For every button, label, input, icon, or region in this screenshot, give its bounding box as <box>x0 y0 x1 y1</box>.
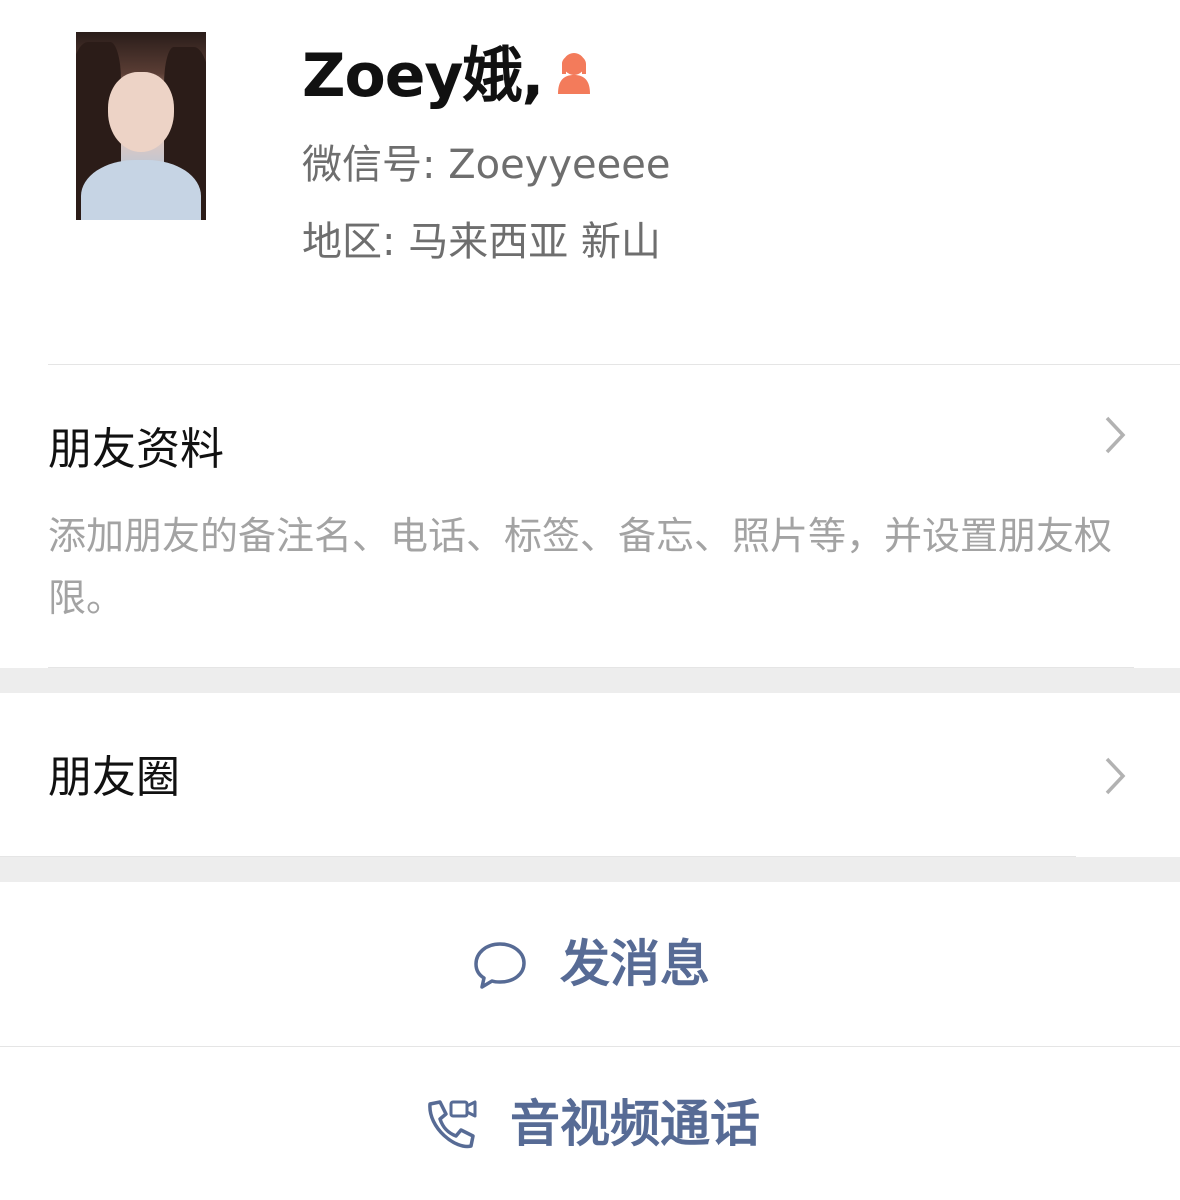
profile-header: Zoey娥, 微信号: Zoeyyeeee 地区: 马来西亚 新山 <box>0 0 1180 365</box>
send-message-label: 发消息 <box>560 935 710 993</box>
section-gap <box>0 668 1180 693</box>
video-call-button[interactable]: 音视频通话 <box>0 1047 1180 1200</box>
wechat-id: 微信号: Zoeyyeeee <box>302 142 671 188</box>
contact-name: Zoey娥, <box>302 41 544 111</box>
chevron-right-icon <box>1105 416 1126 454</box>
video-call-label: 音视频通话 <box>510 1094 760 1153</box>
female-icon <box>558 53 590 94</box>
friend-info-description: 添加朋友的备注名、电话、标签、备忘、照片等，并设置朋友权限。 <box>48 514 1113 620</box>
phone-video-icon <box>428 1099 477 1148</box>
moments-title: 朋友圈 <box>48 752 180 803</box>
chevron-right-icon <box>1105 757 1126 795</box>
moments-row[interactable]: 朋友圈 <box>0 693 1180 856</box>
friend-info-title: 朋友资料 <box>48 424 224 475</box>
section-gap <box>0 857 1180 882</box>
friend-info-row[interactable]: 朋友资料 添加朋友的备注名、电话、标签、备忘、照片等，并设置朋友权限。 <box>0 365 1180 667</box>
avatar[interactable] <box>76 32 206 220</box>
region: 地区: 马来西亚 新山 <box>302 219 661 265</box>
chat-bubble-icon <box>474 942 526 989</box>
send-message-button[interactable]: 发消息 <box>0 882 1180 1046</box>
